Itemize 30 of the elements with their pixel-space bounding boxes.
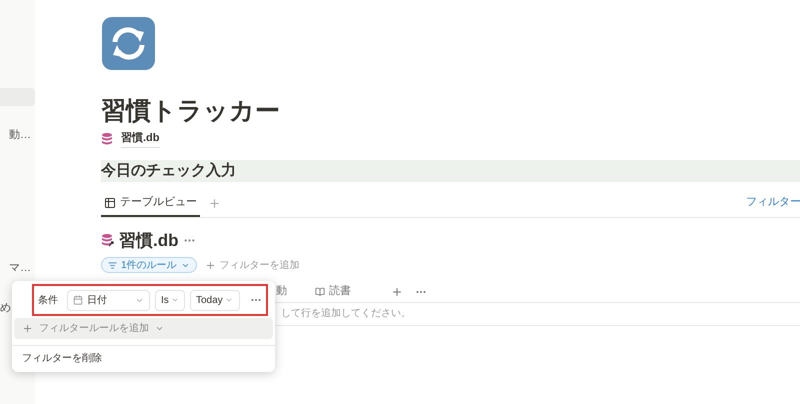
chevron-down-icon <box>170 296 179 304</box>
column-header[interactable]: 読書 <box>315 283 351 300</box>
column-header[interactable]: 動 <box>276 283 287 300</box>
chevron-down-icon <box>224 296 233 304</box>
calendar-icon <box>73 295 83 305</box>
add-column-icon[interactable] <box>391 286 403 298</box>
plus-icon <box>22 323 33 334</box>
page-title: 習慣トラッカー <box>101 96 281 127</box>
sidebar-item[interactable]: 動… <box>0 126 35 144</box>
section-heading: 今日のチェック入力 <box>101 160 800 182</box>
table-icon <box>104 196 116 208</box>
chevron-down-icon <box>155 324 164 333</box>
add-view-icon[interactable] <box>208 196 221 210</box>
property-dropdown[interactable]: 日付 <box>67 290 150 310</box>
view-tab[interactable]: テーブルビュー <box>101 190 200 216</box>
plus-icon <box>204 260 216 270</box>
delete-filter-button[interactable]: フィルターを削除 <box>22 350 102 366</box>
database-icon <box>101 233 115 248</box>
filter-icon <box>108 260 117 270</box>
filter-rule-pill[interactable]: 1件のルール <box>101 257 197 273</box>
operator-dropdown[interactable]: Is <box>155 290 185 310</box>
sidebar-item[interactable]: マ… <box>0 259 35 277</box>
database-link[interactable]: 習慣.db <box>121 130 160 148</box>
sync-arrows-icon <box>101 16 156 71</box>
rule-label: 条件 <box>38 294 59 308</box>
database-icon <box>101 132 115 146</box>
filter-link[interactable]: フィルター <box>746 194 800 210</box>
value-dropdown[interactable]: Today <box>190 290 240 310</box>
database-title: 習慣.db <box>119 230 178 252</box>
book-icon <box>315 286 325 296</box>
